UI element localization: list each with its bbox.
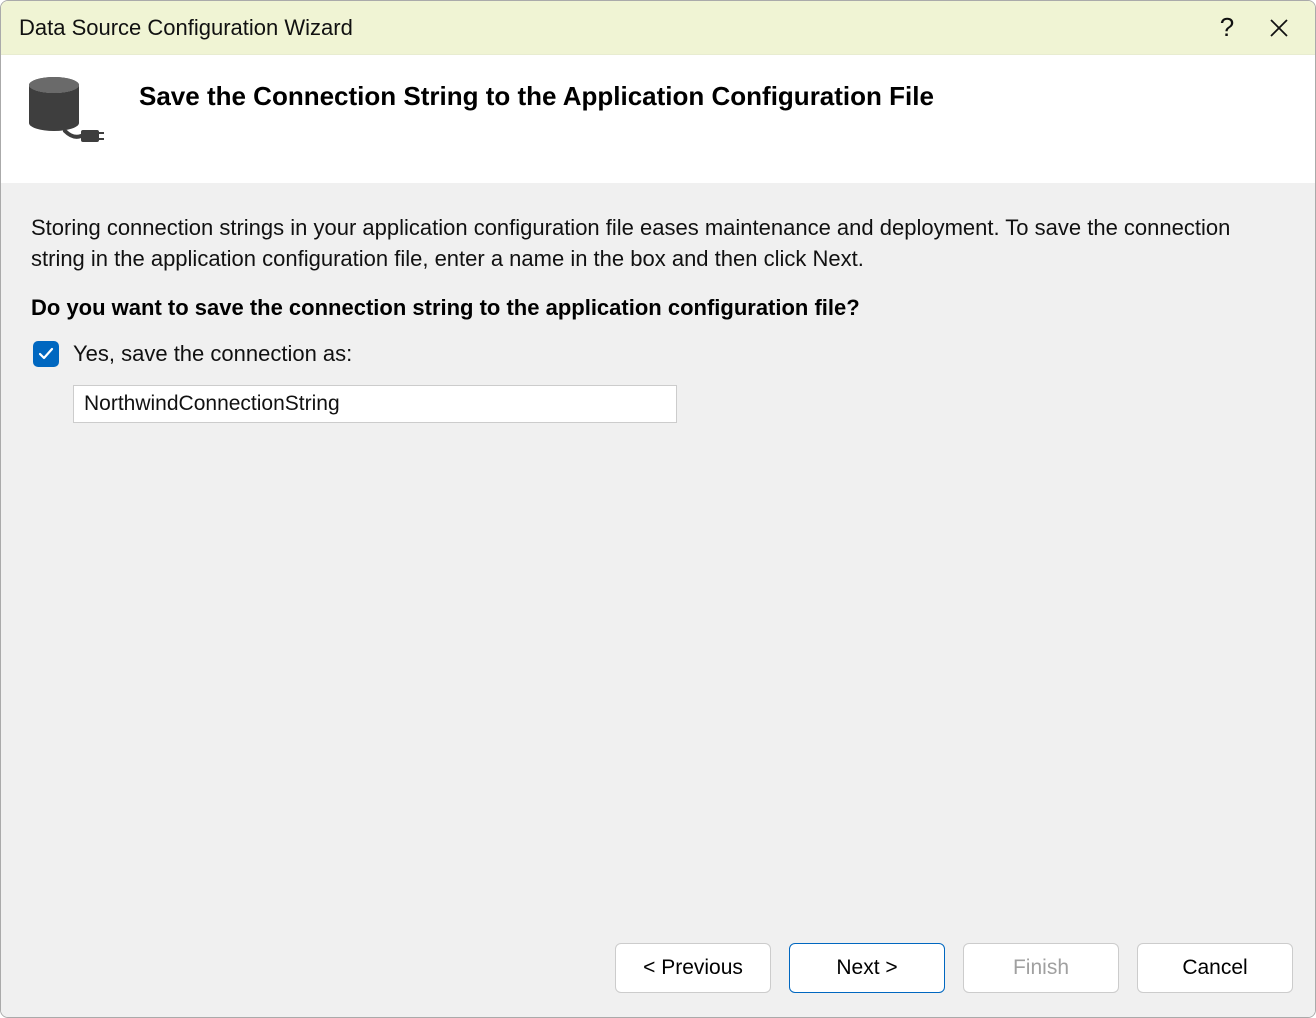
database-connection-icon <box>25 75 105 155</box>
save-connection-checkbox[interactable] <box>33 341 59 367</box>
wizard-content: Storing connection strings in your appli… <box>1 183 1315 925</box>
wizard-header: Save the Connection String to the Applic… <box>1 55 1315 183</box>
save-connection-label: Yes, save the connection as: <box>73 341 352 367</box>
wizard-footer: < Previous Next > Finish Cancel <box>1 925 1315 1017</box>
description-text: Storing connection strings in your appli… <box>31 213 1285 275</box>
question-text: Do you want to save the connection strin… <box>31 295 1285 321</box>
checkmark-icon <box>38 346 54 362</box>
close-icon <box>1270 19 1288 37</box>
titlebar: Data Source Configuration Wizard ? <box>1 1 1315 55</box>
connection-name-input[interactable] <box>73 385 677 423</box>
page-title: Save the Connection String to the Applic… <box>139 75 934 112</box>
save-connection-checkbox-row: Yes, save the connection as: <box>33 341 1285 367</box>
previous-button[interactable]: < Previous <box>615 943 771 993</box>
help-button[interactable]: ? <box>1201 2 1253 54</box>
close-button[interactable] <box>1253 2 1305 54</box>
next-button[interactable]: Next > <box>789 943 945 993</box>
cancel-button[interactable]: Cancel <box>1137 943 1293 993</box>
wizard-window: Data Source Configuration Wizard ? Save … <box>0 0 1316 1018</box>
window-title: Data Source Configuration Wizard <box>19 15 1201 41</box>
connection-name-row <box>73 385 1285 423</box>
finish-button: Finish <box>963 943 1119 993</box>
